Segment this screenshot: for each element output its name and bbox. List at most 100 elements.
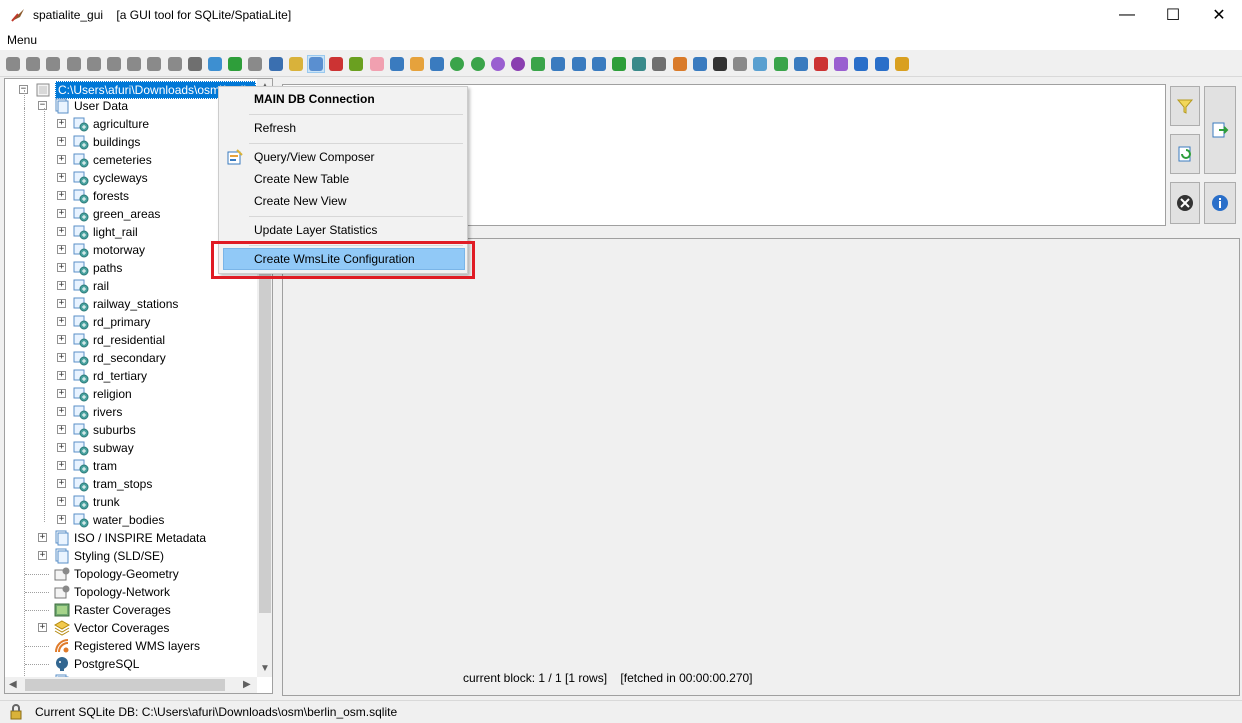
tree-node-layer[interactable]: tram bbox=[73, 457, 117, 475]
tree-horizontal-scrollbar[interactable]: ◀ ▶ bbox=[5, 677, 257, 693]
toolbar-dxf-button[interactable] bbox=[368, 55, 386, 73]
toolbar-connect-memory-button[interactable] bbox=[24, 55, 42, 73]
toolbar-load-xl-button[interactable] bbox=[267, 55, 285, 73]
toolbar-backup-button[interactable] bbox=[145, 55, 163, 73]
ctx-refresh[interactable]: Refresh bbox=[221, 117, 465, 139]
tree-node-layer[interactable]: rd_secondary bbox=[73, 349, 166, 367]
tree-node-layer[interactable]: cycleways bbox=[73, 169, 148, 187]
ctx-update-layer-statistics[interactable]: Update Layer Statistics bbox=[221, 219, 465, 241]
tree-node-layer[interactable]: tram_stops bbox=[73, 475, 152, 493]
tree-node-group[interactable]: Vector Coverages bbox=[53, 619, 169, 637]
toolbar-wfs-button[interactable] bbox=[489, 55, 507, 73]
expand-icon[interactable]: + bbox=[57, 515, 66, 524]
toolbar-save-memory-button[interactable] bbox=[105, 55, 123, 73]
expand-icon[interactable]: + bbox=[38, 551, 47, 560]
toolbar-palette-button[interactable] bbox=[832, 55, 850, 73]
tree-node-layer[interactable]: rd_residential bbox=[73, 331, 165, 349]
tree-node-layer[interactable]: trunk bbox=[73, 493, 120, 511]
toolbar-vacuum-button[interactable] bbox=[125, 55, 143, 73]
toolbar-connect-button[interactable] bbox=[4, 55, 22, 73]
expand-icon[interactable]: + bbox=[57, 191, 66, 200]
tree-node-group[interactable]: Topology-Geometry bbox=[54, 565, 179, 583]
tree-node-layer[interactable]: forests bbox=[73, 187, 129, 205]
toolbar-checkgeom-button[interactable] bbox=[469, 55, 487, 73]
info-button[interactable] bbox=[1204, 182, 1236, 224]
toolbar-load-dbf-button[interactable] bbox=[246, 55, 264, 73]
filter-button[interactable] bbox=[1170, 86, 1200, 126]
tree-node-layer[interactable]: rd_primary bbox=[73, 313, 150, 331]
tree-node-layer[interactable]: green_areas bbox=[73, 205, 160, 223]
toolbar-eye-button[interactable] bbox=[630, 55, 648, 73]
expand-icon[interactable]: + bbox=[57, 227, 66, 236]
tree-node-layer[interactable]: paths bbox=[73, 259, 122, 277]
toolbar-help-button[interactable] bbox=[852, 55, 870, 73]
toolbar-disconnect-button[interactable] bbox=[44, 55, 62, 73]
tree-node-layer[interactable]: rd_tertiary bbox=[73, 367, 147, 385]
toolbar-list-button[interactable] bbox=[691, 55, 709, 73]
expand-icon[interactable]: + bbox=[57, 119, 66, 128]
tree-node-group[interactable]: Styling (SLD/SE) bbox=[54, 547, 164, 565]
toolbar-txt-export-button[interactable] bbox=[549, 55, 567, 73]
toolbar-gis-vectors-button[interactable] bbox=[751, 55, 769, 73]
tree-node-layer[interactable]: cemeteries bbox=[73, 151, 152, 169]
tree-node-layer[interactable]: water_bodies bbox=[73, 511, 164, 529]
tree-node-group[interactable]: Registered WMS layers bbox=[54, 637, 200, 655]
tree-node-user-data[interactable]: User Data bbox=[54, 97, 128, 115]
toolbar-sql-script-button[interactable] bbox=[166, 55, 184, 73]
scroll-down-icon[interactable]: ▼ bbox=[260, 663, 270, 674]
tree-node-layer[interactable]: rivers bbox=[73, 403, 122, 421]
tree-node-layer[interactable]: buildings bbox=[73, 133, 140, 151]
toolbar-crs-check-button[interactable] bbox=[347, 55, 365, 73]
expand-icon[interactable]: + bbox=[57, 263, 66, 272]
maximize-button[interactable]: ☐ bbox=[1150, 0, 1196, 30]
menu-menu[interactable]: Menu bbox=[7, 33, 37, 47]
result-grid[interactable] bbox=[282, 238, 1240, 696]
expand-icon[interactable]: + bbox=[57, 299, 66, 308]
clear-sql-button[interactable] bbox=[1170, 182, 1200, 224]
expand-icon[interactable]: + bbox=[57, 281, 66, 290]
tree-node-layer[interactable]: railway_stations bbox=[73, 295, 178, 313]
toolbar-load-txt-button[interactable] bbox=[206, 55, 224, 73]
toolbar-blade-button[interactable] bbox=[792, 55, 810, 73]
expand-icon[interactable]: + bbox=[57, 173, 66, 182]
expand-icon[interactable]: + bbox=[38, 623, 47, 632]
toolbar-memory-db-button[interactable] bbox=[65, 55, 83, 73]
ctx-create-new-table[interactable]: Create New Table bbox=[221, 168, 465, 190]
expand-icon[interactable]: + bbox=[57, 335, 66, 344]
toolbar-load-shp-button[interactable] bbox=[186, 55, 204, 73]
toolbar-map-preview-button[interactable] bbox=[448, 55, 466, 73]
toolbar-help-compose-button[interactable] bbox=[650, 55, 668, 73]
load-sql-button[interactable] bbox=[1170, 134, 1200, 174]
tree-node-layer[interactable]: suburbs bbox=[73, 421, 136, 439]
toolbar-load-kml-button[interactable] bbox=[307, 55, 325, 73]
toolbar-network-tool-button[interactable] bbox=[731, 55, 749, 73]
expand-icon[interactable]: + bbox=[57, 407, 66, 416]
expand-icon[interactable]: + bbox=[57, 425, 66, 434]
toolbar-shp-export-button[interactable] bbox=[570, 55, 588, 73]
expand-icon[interactable]: + bbox=[57, 317, 66, 326]
toolbar-network-button[interactable] bbox=[388, 55, 406, 73]
toolbar-info-button[interactable] bbox=[873, 55, 891, 73]
toolbar-sel-composer-button[interactable] bbox=[327, 55, 345, 73]
expand-icon[interactable]: + bbox=[57, 461, 66, 470]
toolbar-gpx-button[interactable] bbox=[772, 55, 790, 73]
expand-icon[interactable]: + bbox=[57, 479, 66, 488]
tree-horizontal-scroll-thumb[interactable] bbox=[25, 679, 225, 691]
toolbar-dbf-export-button[interactable] bbox=[529, 55, 547, 73]
tree-node-layer[interactable]: rail bbox=[73, 277, 109, 295]
expand-icon[interactable]: + bbox=[57, 245, 66, 254]
toolbar-xls-export-button[interactable] bbox=[610, 55, 628, 73]
toolbar-sanitize-button[interactable] bbox=[428, 55, 446, 73]
toolbar-sql-log-button[interactable] bbox=[671, 55, 689, 73]
ctx-create-new-view[interactable]: Create New View bbox=[221, 190, 465, 212]
execute-sql-button[interactable] bbox=[1204, 86, 1236, 174]
expand-icon[interactable]: + bbox=[57, 209, 66, 218]
tree-node-group[interactable]: Raster Coverages bbox=[54, 601, 171, 619]
scroll-left-icon[interactable]: ◀ bbox=[9, 679, 17, 690]
collapse-icon[interactable]: − bbox=[38, 101, 47, 110]
tree-node-group[interactable]: ISO / INSPIRE Metadata bbox=[54, 529, 206, 547]
expand-icon[interactable]: + bbox=[57, 497, 66, 506]
close-button[interactable]: ✕ bbox=[1196, 0, 1242, 30]
expand-icon[interactable]: + bbox=[57, 389, 66, 398]
toolbar-pdf-button[interactable] bbox=[812, 55, 830, 73]
